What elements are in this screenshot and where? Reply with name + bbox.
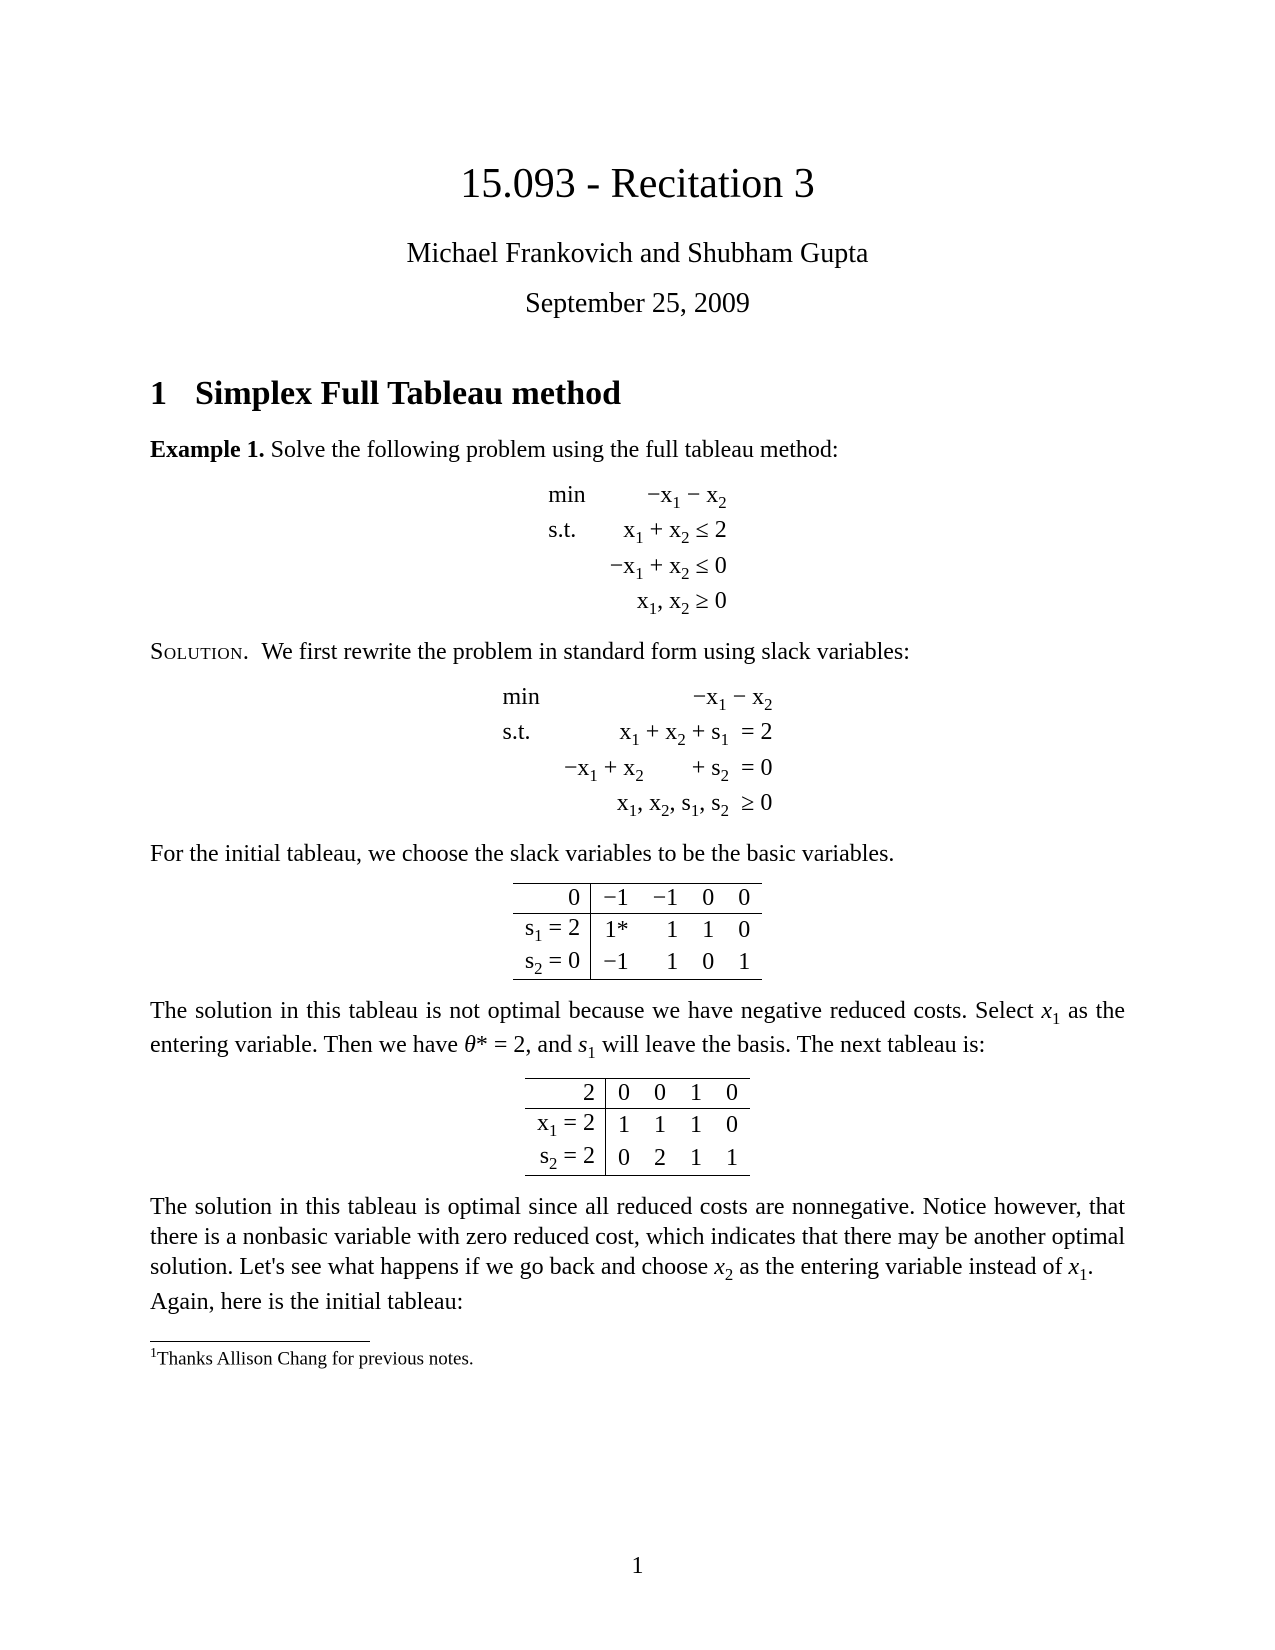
t1-r2-c0: −1 <box>591 947 641 980</box>
tableau-1-row-1: s1 = 2 1* 1 1 0 <box>513 913 762 946</box>
t1-r0-basis: 0 <box>513 883 591 913</box>
t1-r1-c0: 1* <box>591 913 641 946</box>
tableau-2-row-1: x1 = 2 1 1 1 0 <box>525 1108 750 1141</box>
t2-r0-c2: 1 <box>678 1078 714 1108</box>
authors: Michael Frankovich and Shubham Gupta <box>150 238 1125 270</box>
t1-r2-c2: 0 <box>690 947 726 980</box>
t1-r0-c3: 0 <box>726 883 762 913</box>
footnote-rule <box>150 1341 370 1342</box>
t1-r2-c3: 1 <box>726 947 762 980</box>
std-min-label: min <box>496 681 557 716</box>
document-title: 15.093 - Recitation 3 <box>150 160 1125 208</box>
t1-r2-basis: s2 = 0 <box>513 947 591 980</box>
footnote-1: 1Thanks Allison Chang for previous notes… <box>150 1346 1125 1371</box>
para-again: Again, here is the initial tableau: <box>150 1287 1125 1317</box>
min-label: min <box>542 479 603 514</box>
solution-label: Solution. <box>150 639 249 665</box>
page: 15.093 - Recitation 3 Michael Frankovich… <box>0 0 1275 1650</box>
t1-r1-c1: 1 <box>641 913 691 946</box>
t2-r0-c1: 0 <box>642 1078 678 1108</box>
footnote-text: Thanks Allison Chang for previous notes. <box>157 1349 474 1370</box>
t2-r1-c2: 1 <box>678 1108 714 1141</box>
std-st-label: s.t. <box>496 716 557 751</box>
tableau-1: 0 −1 −1 0 0 s1 = 2 1* 1 1 0 s2 = 0 −1 1 … <box>513 883 762 981</box>
section-1-number: 1 <box>150 375 167 413</box>
para-after-tableau-2: The solution in this tableau is optimal … <box>150 1192 1125 1286</box>
solution-intro-text: We first rewrite the problem in standard… <box>249 639 910 665</box>
t2-r2-basis: s2 = 2 <box>525 1142 605 1175</box>
solution-intro: Solution. We first rewrite the problem i… <box>150 637 1125 667</box>
t2-r1-c0: 1 <box>605 1108 642 1141</box>
std-objective: −x1 − x2 <box>558 681 779 716</box>
tableau-1-row-obj: 0 −1 −1 0 0 <box>513 883 762 913</box>
std-c2-lhs: −x1 + x2 + s2 <box>558 752 735 787</box>
problem-standard-form: min −x1 − x2 s.t. x1 + x2 + s1 = 2 −x1 +… <box>150 681 1125 823</box>
section-1-heading: 1 Simplex Full Tableau method <box>150 375 1125 413</box>
t1-r0-c0: −1 <box>591 883 641 913</box>
std-c1-lhs: x1 + x2 + s1 <box>558 716 735 751</box>
std-c2-rhs: = 0 <box>735 752 779 787</box>
para-initial-tableau: For the initial tableau, we choose the s… <box>150 839 1125 869</box>
example-1-label: Example 1. <box>150 437 265 463</box>
std-nonneg-lhs: x1, x2, s1, s2 <box>558 787 735 822</box>
section-1-title: Simplex Full Tableau method <box>195 375 621 412</box>
st-label: s.t. <box>542 514 603 549</box>
t2-r0-c3: 0 <box>714 1078 750 1108</box>
t1-r2-c1: 1 <box>641 947 691 980</box>
t2-r1-c3: 0 <box>714 1108 750 1141</box>
problem-original: min−x1 − x2 s.t.x1 + x2 ≤ 2 −x1 + x2 ≤ 0… <box>150 479 1125 621</box>
example-1-text: Solve the following problem using the fu… <box>271 437 839 463</box>
t1-r1-c3: 0 <box>726 913 762 946</box>
t2-r2-c2: 1 <box>678 1142 714 1175</box>
tableau-2-row-obj: 2 0 0 1 0 <box>525 1078 750 1108</box>
constraint-1: x1 + x2 ≤ 2 <box>604 514 733 549</box>
footnote-marker: 1 <box>150 1346 157 1361</box>
example-1: Example 1. Solve the following problem u… <box>150 435 1125 465</box>
objective: −x1 − x2 <box>604 479 733 514</box>
t2-r0-c0: 0 <box>605 1078 642 1108</box>
tableau-2: 2 0 0 1 0 x1 = 2 1 1 1 0 s2 = 2 0 2 1 1 <box>525 1078 750 1176</box>
t2-r1-basis: x1 = 2 <box>525 1108 605 1141</box>
page-number: 1 <box>0 1553 1275 1580</box>
t2-r2-c3: 1 <box>714 1142 750 1175</box>
para-after-tableau-1: The solution in this tableau is not opti… <box>150 996 1125 1064</box>
t1-r1-basis: s1 = 2 <box>513 913 591 946</box>
t1-r1-c2: 1 <box>690 913 726 946</box>
t2-r1-c1: 1 <box>642 1108 678 1141</box>
t2-r2-c0: 0 <box>605 1142 642 1175</box>
constraint-nonneg: x1, x2 ≥ 0 <box>604 585 733 620</box>
tableau-1-row-2: s2 = 0 −1 1 0 1 <box>513 947 762 980</box>
t1-r0-c1: −1 <box>641 883 691 913</box>
t1-r0-c2: 0 <box>690 883 726 913</box>
t2-r2-c1: 2 <box>642 1142 678 1175</box>
constraint-2: −x1 + x2 ≤ 0 <box>604 550 733 585</box>
std-nonneg-rhs: ≥ 0 <box>735 787 779 822</box>
tableau-2-row-2: s2 = 2 0 2 1 1 <box>525 1142 750 1175</box>
date: September 25, 2009 <box>150 288 1125 320</box>
t2-r0-basis: 2 <box>525 1078 605 1108</box>
std-c1-rhs: = 2 <box>735 716 779 751</box>
